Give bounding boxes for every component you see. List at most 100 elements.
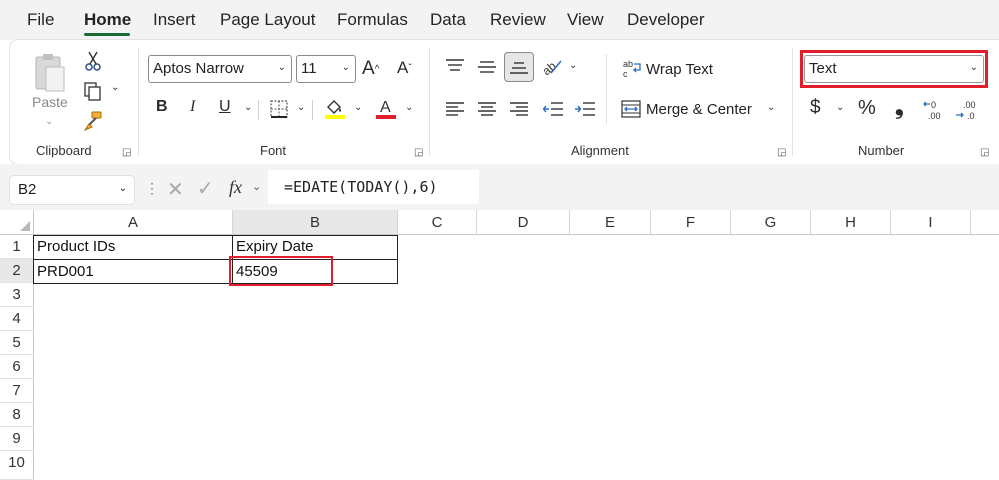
- merge-center-button[interactable]: Merge & Center: [646, 101, 752, 118]
- chevron-down-icon: ⌄: [118, 183, 127, 194]
- comma-style-icon[interactable]: ❟: [895, 94, 904, 120]
- decrease-decimal-icon[interactable]: .00.0: [954, 96, 982, 124]
- row-header-1[interactable]: 1: [0, 235, 34, 259]
- orientation-chevron-icon[interactable]: ⌄: [569, 60, 577, 71]
- percent-style-icon[interactable]: %: [858, 97, 876, 120]
- alignment-group-label: Alignment: [571, 143, 629, 158]
- spreadsheet-grid: A B C D E F G H I 1 2 3 4 5 6 7 8 9 10 P…: [0, 210, 999, 480]
- column-header-h[interactable]: H: [811, 210, 891, 235]
- tab-review[interactable]: Review: [490, 10, 546, 30]
- orientation-icon[interactable]: ab: [540, 54, 564, 78]
- row-header-4[interactable]: 4: [0, 307, 34, 331]
- font-name-value: Aptos Narrow: [153, 60, 244, 77]
- tab-view[interactable]: View: [567, 10, 604, 30]
- paste-label[interactable]: Paste: [32, 94, 68, 110]
- increase-decimal-icon[interactable]: 0.00: [922, 96, 950, 124]
- align-center-icon[interactable]: [476, 98, 498, 120]
- top-align-icon[interactable]: [444, 56, 466, 76]
- column-header-g[interactable]: G: [731, 210, 811, 235]
- column-header-f[interactable]: F: [651, 210, 731, 235]
- number-launcher-icon[interactable]: ◲: [980, 147, 989, 158]
- accounting-format-icon[interactable]: $: [810, 97, 821, 119]
- wrap-text-icon[interactable]: ab c: [622, 58, 644, 80]
- italic-button[interactable]: I: [190, 98, 195, 116]
- increase-font-size-icon[interactable]: A ^: [362, 58, 379, 80]
- ribbon-tabs: File Home Insert Page Layout Formulas Da…: [0, 0, 999, 40]
- divider: [606, 54, 607, 124]
- cancel-icon[interactable]: ✕: [167, 177, 184, 202]
- increase-indent-icon[interactable]: [574, 98, 596, 120]
- bottom-align-icon[interactable]: [504, 52, 534, 82]
- paste-icon[interactable]: [30, 48, 70, 98]
- name-box-value: B2: [18, 181, 37, 198]
- font-name-select[interactable]: Aptos Narrow ⌄: [148, 55, 292, 83]
- align-left-icon[interactable]: [444, 98, 466, 120]
- fill-color-icon[interactable]: [323, 96, 347, 120]
- function-chevron-icon[interactable]: ⌄: [252, 180, 261, 193]
- font-size-select[interactable]: 11 ⌄: [296, 55, 356, 83]
- clipboard-launcher-icon[interactable]: ◲: [122, 147, 131, 158]
- name-box[interactable]: B2 ⌄: [10, 176, 134, 204]
- tab-formulas[interactable]: Formulas: [337, 10, 408, 30]
- decrease-font-size-icon[interactable]: Aˇ: [397, 58, 412, 78]
- cell-a1[interactable]: Product IDs: [34, 235, 232, 259]
- select-all-corner[interactable]: [0, 210, 34, 235]
- column-header-a[interactable]: A: [34, 210, 233, 235]
- underline-button[interactable]: U: [219, 98, 231, 116]
- middle-align-icon[interactable]: [476, 56, 498, 78]
- tab-file[interactable]: File: [27, 10, 54, 30]
- merge-center-icon[interactable]: [620, 98, 642, 120]
- cell-b2-highlight: [229, 256, 333, 286]
- tab-developer[interactable]: Developer: [627, 10, 705, 30]
- copy-icon[interactable]: [82, 80, 104, 102]
- borders-chevron-icon[interactable]: ⌄: [297, 102, 305, 113]
- cut-icon[interactable]: [82, 50, 104, 72]
- row-header-9[interactable]: 9: [0, 427, 34, 451]
- align-right-icon[interactable]: [508, 98, 530, 120]
- decrease-indent-icon[interactable]: [542, 98, 564, 120]
- tab-insert[interactable]: Insert: [153, 10, 196, 30]
- enter-icon[interactable]: ✓: [197, 176, 214, 201]
- divider: [312, 100, 313, 120]
- row-header-6[interactable]: 6: [0, 355, 34, 379]
- insert-function-icon[interactable]: fx: [229, 177, 242, 198]
- wrap-text-button[interactable]: Wrap Text: [646, 61, 713, 78]
- svg-text:c: c: [623, 69, 628, 79]
- merge-center-chevron-icon[interactable]: ⌄: [767, 102, 775, 113]
- cell-a2[interactable]: PRD001: [34, 260, 232, 284]
- copy-chevron-icon[interactable]: ⌄: [111, 82, 119, 93]
- column-header-c[interactable]: C: [398, 210, 477, 235]
- row-header-10[interactable]: 10: [0, 451, 34, 480]
- row-header-8[interactable]: 8: [0, 403, 34, 427]
- svg-text:A: A: [380, 99, 391, 116]
- font-launcher-icon[interactable]: ◲: [414, 147, 423, 158]
- group-separator: [138, 48, 139, 156]
- row-header-3[interactable]: 3: [0, 283, 34, 307]
- column-header-d[interactable]: D: [477, 210, 570, 235]
- formula-input[interactable]: =EDATE(TODAY(),6): [268, 170, 479, 204]
- underline-chevron-icon[interactable]: ⌄: [244, 102, 252, 113]
- number-format-highlight: [800, 50, 988, 88]
- fill-color-chevron-icon[interactable]: ⌄: [354, 102, 362, 113]
- accounting-chevron-icon[interactable]: ⌄: [836, 102, 844, 113]
- alignment-launcher-icon[interactable]: ◲: [777, 147, 786, 158]
- format-painter-icon[interactable]: [82, 110, 104, 132]
- column-header-i[interactable]: I: [891, 210, 971, 235]
- font-color-icon[interactable]: A: [374, 96, 398, 120]
- tab-page-layout[interactable]: Page Layout: [220, 10, 315, 30]
- row-header-5[interactable]: 5: [0, 331, 34, 355]
- font-color-chevron-icon[interactable]: ⌄: [405, 102, 413, 113]
- active-tab-indicator: [84, 33, 130, 36]
- more-options-icon[interactable]: ⋮: [145, 180, 159, 197]
- tab-data[interactable]: Data: [430, 10, 466, 30]
- row-header-2[interactable]: 2: [0, 259, 34, 283]
- column-header-b[interactable]: B: [233, 210, 398, 235]
- borders-icon[interactable]: [268, 98, 290, 120]
- paste-chevron-icon[interactable]: ⌄: [45, 116, 53, 127]
- group-separator: [792, 48, 793, 156]
- bold-button[interactable]: B: [156, 98, 168, 116]
- tab-home[interactable]: Home: [84, 10, 131, 30]
- row-header-7[interactable]: 7: [0, 379, 34, 403]
- column-header-e[interactable]: E: [570, 210, 651, 235]
- clipboard-group-label: Clipboard: [36, 143, 92, 158]
